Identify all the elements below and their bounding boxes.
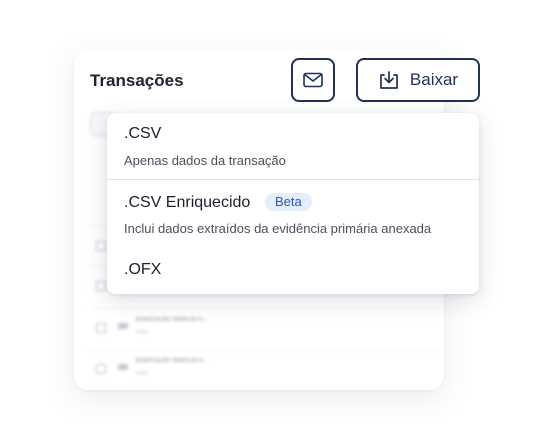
beta-badge: Beta [265,193,312,211]
row-checkbox[interactable] [96,323,106,333]
export-format-menu: .CSV Apenas dados da transação .CSV Enri… [107,113,479,294]
download-button[interactable]: Baixar [356,58,480,102]
envelope-icon [303,72,323,88]
menu-item-title: .CSV Enriquecido [124,194,251,211]
menu-item-csv[interactable]: .CSV Apenas dados da transação [107,113,479,180]
filter-label [90,150,91,156]
table-row[interactable]: BONIFICAÇÃO TARIFA DE FL... Gorus [90,349,442,390]
row-checkbox[interactable] [96,281,106,291]
row-subtitle: Gorus [136,329,149,334]
card-icon [118,364,128,370]
download-button-label: Baixar [409,70,459,89]
card-icon [118,323,128,329]
menu-item-description: Apenas dados da transação [124,153,286,168]
menu-item-description: Inclui dados extraídos da evidência prim… [124,221,432,236]
table-row[interactable]: BONIFICAÇÃO TARIFA DE FL... Gorus [90,308,442,349]
menu-item-title: .OFX [124,261,162,278]
email-button[interactable] [291,58,335,102]
row-checkbox[interactable] [96,241,106,251]
menu-item-ofx[interactable]: .OFX [107,248,479,294]
menu-item-title: .CSV [124,125,162,142]
download-tray-icon [378,70,400,90]
page-title: Transações [90,71,184,90]
list-heading [90,196,93,210]
row-checkbox[interactable] [96,364,106,374]
row-subtitle: Gorus [136,370,149,375]
menu-item-csv-enriched[interactable]: .CSV Enriquecido Beta Inclui dados extra… [107,180,479,248]
row-title: BONIFICAÇÃO TARIFA DE FL... [136,317,209,323]
row-title: BONIFICAÇÃO TARIFA DE FL... [136,358,209,364]
